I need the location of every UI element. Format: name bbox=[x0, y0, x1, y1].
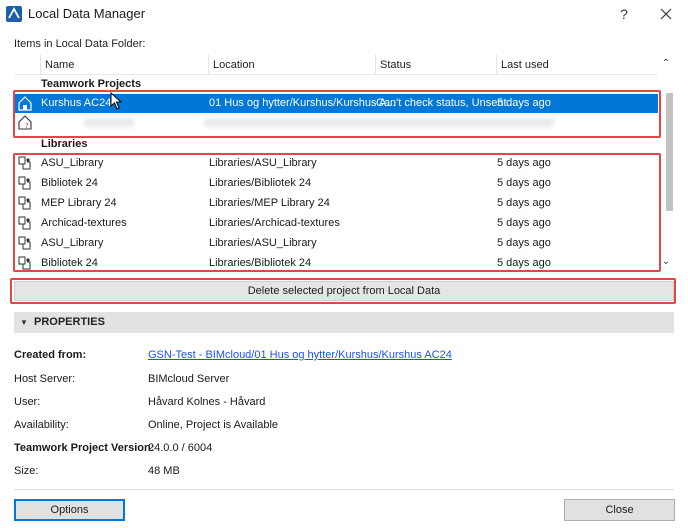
library-last-used: 5 days ago bbox=[497, 257, 551, 269]
close-button[interactable]: Close bbox=[564, 499, 675, 521]
prop-label-host-server: Host Server: bbox=[14, 373, 76, 385]
prop-label-created-from: Created from: bbox=[14, 349, 87, 361]
library-location: Libraries/MEP Library 24 bbox=[209, 197, 330, 209]
column-header-name[interactable]: Name bbox=[41, 55, 209, 75]
delete-selected-button[interactable]: Delete selected project from Local Data bbox=[14, 281, 674, 301]
teamwork-project-unknown-icon: ? bbox=[18, 115, 32, 130]
library-icon bbox=[18, 216, 31, 230]
library-row[interactable]: ASU_Library Libraries/ASU_Library 5 days… bbox=[14, 234, 658, 253]
library-name: Archicad-textures bbox=[41, 217, 127, 229]
archicad-app-icon bbox=[6, 6, 22, 22]
prop-value-availability: Online, Project is Available bbox=[148, 419, 279, 431]
items-caption: Items in Local Data Folder: bbox=[14, 38, 146, 50]
prop-label-version: Teamwork Project Version: bbox=[14, 442, 155, 454]
project-location: 01 Hus og hytter/Kurshus/Kurshus A... bbox=[209, 97, 396, 109]
prop-value-size: 48 MB bbox=[148, 465, 180, 477]
library-name: ASU_Library bbox=[41, 157, 104, 169]
library-location: Libraries/ASU_Library bbox=[209, 237, 317, 249]
options-button[interactable]: Options bbox=[14, 499, 125, 521]
collapse-triangle-icon: ▼ bbox=[20, 318, 28, 327]
project-last-used: 5 days ago bbox=[497, 97, 551, 109]
library-last-used: 5 days ago bbox=[497, 157, 551, 169]
library-row[interactable]: ASU_Library Libraries/ASU_Library 5 days… bbox=[14, 154, 658, 173]
library-last-used: 5 days ago bbox=[497, 197, 551, 209]
footer-divider bbox=[14, 489, 674, 490]
svg-text:?: ? bbox=[25, 122, 29, 130]
window-title: Local Data Manager bbox=[28, 6, 146, 21]
library-icon bbox=[18, 236, 31, 250]
column-header-location[interactable]: Location bbox=[209, 55, 376, 75]
prop-value-host-server: BIMcloud Server bbox=[148, 373, 230, 385]
library-name: ASU_Library bbox=[41, 237, 104, 249]
title-bar: Local Data Manager ? bbox=[0, 0, 688, 28]
project-row-redacted[interactable]: ? bbox=[14, 113, 658, 134]
properties-header[interactable]: ▼ PROPERTIES bbox=[14, 312, 674, 333]
library-name: Bibliotek 24 bbox=[41, 257, 98, 269]
column-header-status[interactable]: Status bbox=[376, 55, 497, 75]
prop-label-availability: Availability: bbox=[14, 419, 69, 431]
scrollbar-thumb[interactable] bbox=[666, 93, 673, 211]
project-status: Can't check status, Unsent... bbox=[376, 97, 516, 109]
header-icon-column bbox=[14, 55, 41, 75]
library-row[interactable]: MEP Library 24 Libraries/MEP Library 24 … bbox=[14, 194, 658, 213]
prop-value-version: 24.0.0 / 6004 bbox=[148, 442, 213, 454]
help-button[interactable]: ? bbox=[612, 3, 636, 25]
project-name: Kurshus AC24 bbox=[41, 97, 112, 109]
library-icon bbox=[18, 196, 31, 210]
library-location: Libraries/Bibliotek 24 bbox=[209, 257, 312, 269]
redacted-location bbox=[204, 118, 554, 127]
library-location: Libraries/ASU_Library bbox=[209, 157, 317, 169]
list-header: Name Location Status Last used bbox=[14, 55, 658, 75]
library-row[interactable]: Bibliotek 24 Libraries/Bibliotek 24 5 da… bbox=[14, 254, 658, 273]
library-last-used: 5 days ago bbox=[497, 177, 551, 189]
library-name: Bibliotek 24 bbox=[41, 177, 98, 189]
prop-value-user: Håvard Kolnes - Håvard bbox=[148, 396, 266, 408]
redacted-name bbox=[84, 118, 134, 127]
library-icon bbox=[18, 256, 31, 270]
library-location: Libraries/Bibliotek 24 bbox=[209, 177, 312, 189]
teamwork-project-icon bbox=[18, 96, 32, 111]
library-row[interactable]: Archicad-textures Libraries/Archicad-tex… bbox=[14, 214, 658, 233]
properties-title: PROPERTIES bbox=[34, 316, 105, 328]
scroll-up-button[interactable]: ⌃ bbox=[658, 55, 674, 73]
local-data-list[interactable]: Name Location Status Last used ⌃ ⌄ Teamw… bbox=[14, 55, 674, 273]
library-name: MEP Library 24 bbox=[41, 197, 117, 209]
library-location: Libraries/Archicad-textures bbox=[209, 217, 340, 229]
library-icon bbox=[18, 156, 31, 170]
prop-label-size: Size: bbox=[14, 465, 39, 477]
close-window-icon[interactable] bbox=[654, 3, 678, 25]
column-header-last-used[interactable]: Last used bbox=[497, 55, 658, 75]
mouse-cursor-icon bbox=[110, 92, 123, 110]
library-last-used: 5 days ago bbox=[497, 217, 551, 229]
group-header-libraries: Libraries bbox=[41, 138, 88, 150]
scroll-down-button[interactable]: ⌄ bbox=[658, 253, 674, 271]
created-from-link[interactable]: GSN-Test - BIMcloud/01 Hus og hytter/Kur… bbox=[148, 349, 452, 361]
library-last-used: 5 days ago bbox=[497, 237, 551, 249]
library-row[interactable]: Bibliotek 24 Libraries/Bibliotek 24 5 da… bbox=[14, 174, 658, 193]
library-icon bbox=[18, 176, 31, 190]
prop-label-user: User: bbox=[14, 396, 41, 408]
